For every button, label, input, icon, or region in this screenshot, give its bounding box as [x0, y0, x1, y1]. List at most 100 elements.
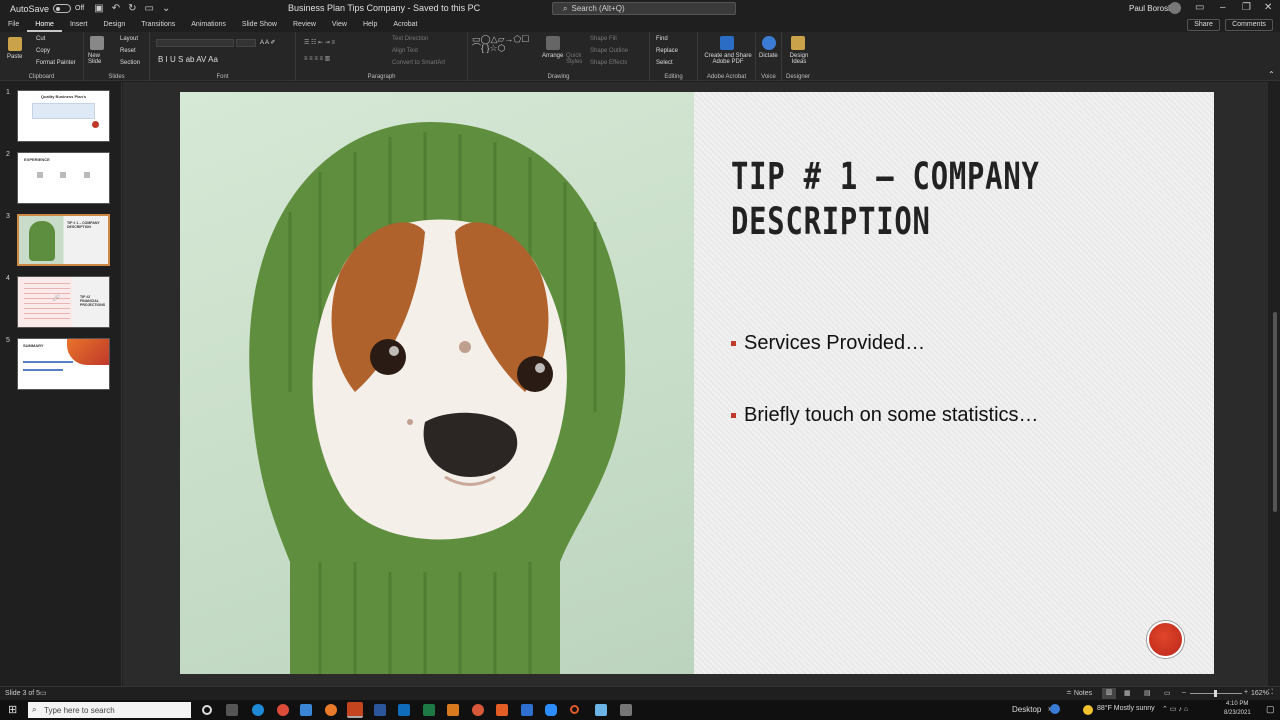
powerpoint-taskbar-icon[interactable] [347, 702, 363, 718]
convert-smartart-button[interactable]: Convert to SmartArt [392, 60, 445, 66]
fit-slide-icon[interactable]: ⛶ [1268, 689, 1273, 697]
ribbon-display-icon[interactable]: ▭ [1195, 2, 1204, 13]
arrange-icon[interactable] [546, 36, 560, 50]
tab-home[interactable]: Home [27, 18, 62, 32]
app-icon[interactable] [447, 704, 459, 716]
cortana-icon[interactable] [202, 705, 212, 715]
zoom-app-icon[interactable] [545, 704, 557, 716]
select-button[interactable]: Select [656, 60, 673, 66]
find-button[interactable]: Find [656, 36, 668, 42]
notifications-icon[interactable]: ▢ [1266, 704, 1275, 715]
slide-thumbnail-2[interactable]: EXPERIENCE [17, 152, 110, 204]
slide[interactable]: TIP # 1 – COMPANY DESCRIPTION Services P… [180, 92, 1214, 674]
font-name-field[interactable] [156, 39, 234, 47]
cut-button[interactable]: Cut [36, 36, 45, 42]
bullet-item[interactable]: Services Provided… [731, 332, 925, 355]
quick-styles-button[interactable]: Quick Styles [566, 53, 586, 65]
reading-view-icon[interactable]: ▤ [1144, 689, 1151, 697]
weather-text[interactable]: 88°F Mostly sunny [1097, 705, 1155, 712]
tab-insert[interactable]: Insert [62, 18, 96, 32]
clock-time[interactable]: 4:10 PM [1226, 701, 1248, 707]
tab-transitions[interactable]: Transitions [133, 18, 183, 32]
align-buttons[interactable]: ≡ ≡ ≡ ≡ ▥ [304, 55, 330, 62]
close-icon[interactable]: ✕ [1264, 2, 1272, 13]
shapes-gallery[interactable]: ▭◯△▱→⬠☐ ⌒{ }☆⬡ [472, 35, 536, 53]
create-share-pdf-button[interactable]: Create and Share Adobe PDF [702, 53, 754, 65]
tab-design[interactable]: Design [95, 18, 133, 32]
maximize-icon[interactable]: ❐ [1242, 2, 1251, 13]
system-tray-icons[interactable]: ⌃ ▭ ♪ ⌂ [1162, 705, 1188, 713]
new-slide-button[interactable]: New Slide [88, 53, 110, 65]
paste-button[interactable]: Paste [7, 54, 22, 60]
slide-title[interactable]: TIP # 1 – COMPANY DESCRIPTION [731, 154, 1059, 244]
tab-slide-show[interactable]: Slide Show [234, 18, 285, 32]
app-icon-5[interactable] [620, 704, 632, 716]
outlook-icon[interactable] [398, 704, 410, 716]
design-ideas-icon[interactable] [791, 36, 805, 50]
slide-show-icon[interactable]: ▭ [1164, 689, 1171, 697]
firefox-icon[interactable] [325, 704, 337, 716]
save-icon[interactable]: ▣ [94, 3, 103, 14]
slide-sorter-icon[interactable]: ▦ [1124, 689, 1131, 697]
tab-view[interactable]: View [324, 18, 355, 32]
reset-button[interactable]: Reset [120, 48, 136, 54]
zoom-out-icon[interactable]: – [1182, 689, 1186, 696]
zoom-level[interactable]: 162% [1251, 690, 1269, 697]
arrange-button[interactable]: Arrange [542, 53, 563, 59]
dictate-button[interactable]: Dictate [759, 53, 778, 59]
autosave-control[interactable]: AutoSave Off [10, 4, 84, 14]
replace-button[interactable]: Replace [656, 48, 678, 54]
format-painter-button[interactable]: Format Painter [36, 60, 76, 66]
shape-fill-button[interactable]: Shape Fill [590, 36, 617, 42]
slide-thumbnail-5[interactable]: SUMMARY [17, 338, 110, 390]
layout-button[interactable]: Layout [120, 36, 138, 42]
minimize-icon[interactable]: – [1220, 2, 1226, 13]
shape-outline-button[interactable]: Shape Outline [590, 48, 628, 54]
avatar[interactable] [1169, 2, 1181, 14]
bullet-item[interactable]: Briefly touch on some statistics… [731, 404, 1039, 427]
paste-icon[interactable] [8, 37, 22, 51]
microphone-icon[interactable] [762, 36, 776, 50]
zoom-slider-thumb[interactable] [1214, 690, 1217, 697]
undo-icon[interactable]: ↶ [112, 3, 120, 14]
app-icon-2[interactable] [472, 704, 484, 716]
design-ideas-button[interactable]: Design Ideas [787, 53, 811, 65]
scrollbar-thumb[interactable] [1273, 312, 1277, 512]
windows-start-icon[interactable]: ⊞ [8, 703, 17, 716]
autosave-toggle[interactable] [53, 4, 72, 13]
section-button[interactable]: Section [120, 60, 140, 66]
document-title[interactable]: Business Plan Tips Company - Saved to th… [288, 3, 480, 13]
tab-animations[interactable]: Animations [183, 18, 234, 32]
desktop-label[interactable]: Desktop [1012, 705, 1041, 714]
task-view-icon[interactable] [226, 704, 238, 716]
list-buttons[interactable]: ☰ ☷ ⇤ ⇥ ≡ [304, 39, 335, 46]
tab-file[interactable]: File [0, 18, 27, 32]
slide-thumbnail-1[interactable]: Quality Business Plan's [17, 90, 110, 142]
slide-thumbnail-3[interactable]: TIP # 1 – COMPANY DESCRIPTION [17, 214, 110, 266]
search-box[interactable]: ⌕ Search (Alt+Q) [552, 2, 736, 15]
new-slide-icon[interactable] [90, 36, 104, 50]
vertical-scrollbar[interactable] [1270, 82, 1280, 686]
share-button[interactable]: Share [1187, 19, 1220, 31]
redo-icon[interactable]: ↻ [128, 3, 136, 14]
edge-icon[interactable] [252, 704, 264, 716]
customize-qat-icon[interactable]: ⌄ [162, 3, 170, 14]
app-icon-4[interactable] [595, 704, 607, 716]
font-format-buttons[interactable]: B I U S ab AV Aa [158, 55, 218, 64]
collapse-ribbon-icon[interactable]: ⌃ [1268, 70, 1275, 79]
copy-button[interactable]: Copy [36, 48, 50, 54]
text-direction-button[interactable]: Text Direction [392, 36, 428, 42]
taskbar-search[interactable]: ⌕ Type here to search [28, 702, 191, 718]
dog-photo[interactable] [180, 92, 694, 674]
html5-icon[interactable] [496, 704, 508, 716]
align-text-button[interactable]: Align Text [392, 48, 418, 54]
record-button-icon[interactable] [1147, 621, 1184, 658]
slide-thumbnail-4[interactable]: TIP #2 FINANCIAL PROJECTIONS ➚ [17, 276, 110, 328]
adobe-pdf-icon[interactable] [720, 36, 734, 50]
tab-review[interactable]: Review [285, 18, 324, 32]
zoom-in-icon[interactable]: + [1244, 689, 1248, 696]
weather-icon[interactable] [1083, 705, 1093, 715]
accessibility-icon[interactable]: ▭ [40, 689, 47, 697]
photos-icon[interactable] [300, 704, 312, 716]
tab-help[interactable]: Help [355, 18, 385, 32]
